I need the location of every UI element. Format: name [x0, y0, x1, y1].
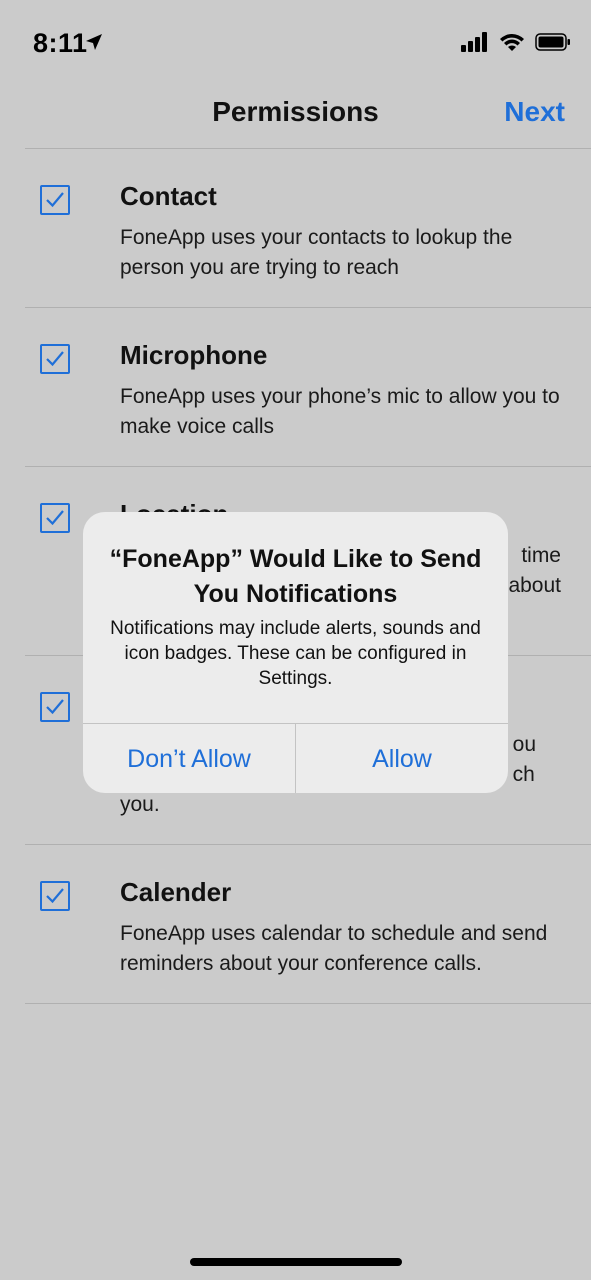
- list-item-calender: Calender FoneApp uses calendar to schedu…: [25, 845, 591, 1004]
- permission-description: FoneApp uses calendar to schedule and se…: [120, 922, 548, 975]
- battery-icon: [535, 32, 571, 57]
- next-button[interactable]: Next: [504, 96, 565, 128]
- location-arrow-icon: [84, 32, 104, 52]
- notification-alert: “FoneApp” Would Like to Send You Notific…: [83, 512, 508, 793]
- microphone-checkbox[interactable]: [40, 344, 70, 374]
- cellular-signal-icon: [461, 31, 489, 57]
- alert-message: Notifications may include alerts, sounds…: [110, 618, 481, 689]
- status-bar: 8:11: [0, 0, 591, 90]
- permission-description-fragment-2: about: [508, 574, 561, 597]
- permission-description-fragment-2: ch: [512, 763, 535, 786]
- home-indicator[interactable]: [190, 1258, 402, 1266]
- permission-description: FoneApp uses your contacts to lookup the…: [120, 226, 513, 279]
- status-icons: [461, 30, 571, 58]
- permission-title: Calender: [120, 877, 232, 907]
- permission-description-fragment-1: time: [521, 544, 561, 567]
- list-item-contact: Contact FoneApp uses your contacts to lo…: [25, 149, 591, 308]
- permission-title: Microphone: [120, 340, 268, 370]
- permission-description-fragment: ou ch: [513, 730, 536, 790]
- location-checkbox[interactable]: [40, 503, 70, 533]
- status-time: 8:11: [33, 28, 88, 58]
- list-item-microphone: Microphone FoneApp uses your phone’s mic…: [25, 308, 591, 467]
- allow-button[interactable]: Allow: [296, 724, 508, 793]
- dont-allow-button[interactable]: Don’t Allow: [83, 724, 296, 793]
- permission-description-fragment: time about: [508, 541, 561, 601]
- alert-button-bar: Don’t Allow Allow: [83, 723, 508, 793]
- nav-bar: Permissions Next: [0, 88, 591, 148]
- permission-title: Contact: [120, 181, 217, 211]
- page-title: Permissions: [212, 96, 379, 127]
- permission-description-fragment-1: ou: [512, 733, 536, 756]
- wifi-icon: [499, 32, 525, 57]
- calender-checkbox[interactable]: [40, 881, 70, 911]
- permission-description: FoneApp uses your phone’s mic to allow y…: [120, 385, 560, 438]
- alert-title: “FoneApp” Would Like to Send You Notific…: [109, 545, 482, 608]
- contact-checkbox[interactable]: [40, 185, 70, 215]
- permission-description-fragment-3: you.: [120, 793, 160, 816]
- hidden-permission-checkbox[interactable]: [40, 692, 70, 722]
